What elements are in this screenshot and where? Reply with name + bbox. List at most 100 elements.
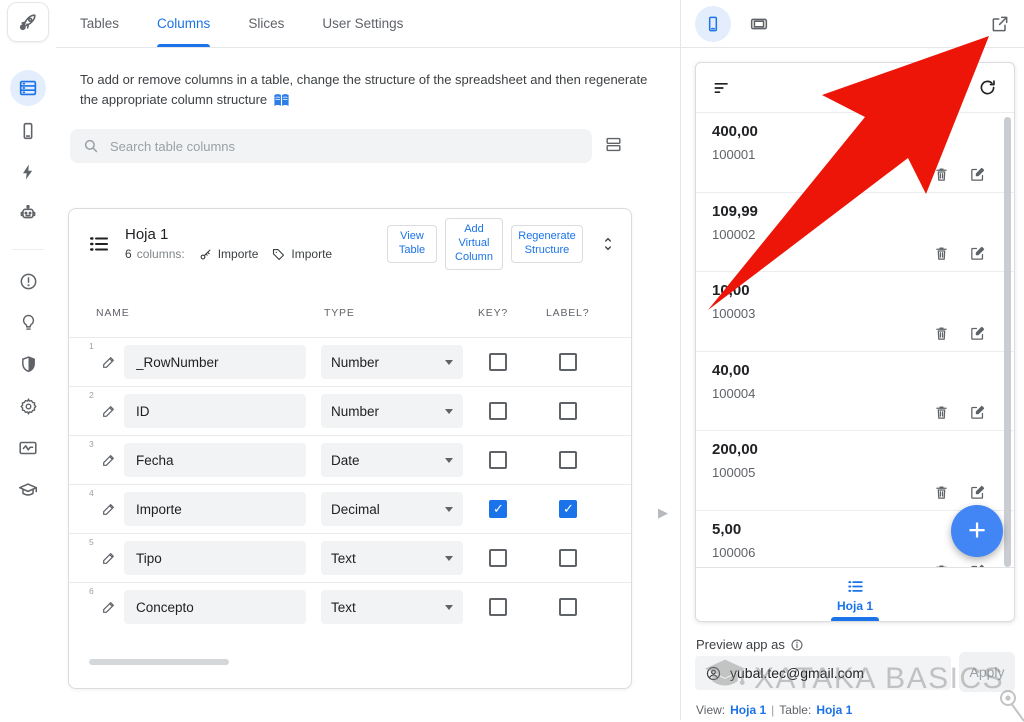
sidebar-item-automation[interactable]: [10, 154, 46, 190]
row-number: 5: [89, 537, 94, 547]
edit-icon[interactable]: [969, 245, 986, 262]
edit-pencil-icon[interactable]: [101, 452, 117, 468]
tablet-preview-button[interactable]: [741, 6, 777, 42]
label-checkbox[interactable]: [559, 598, 577, 616]
card-action-button[interactable]: Regenerate Structure: [511, 225, 583, 263]
add-record-fab[interactable]: +: [951, 505, 1003, 557]
sidebar-item-settings[interactable]: [10, 388, 46, 424]
tab[interactable]: Columns: [157, 0, 211, 47]
view-link[interactable]: Hoja 1: [730, 703, 766, 717]
mobile-preview-button[interactable]: [695, 5, 731, 42]
edit-icon[interactable]: [969, 404, 986, 421]
type-select[interactable]: Number: [321, 345, 463, 379]
tab-bar: Tables Columns Slices User Settings: [56, 0, 680, 48]
sidebar-item-learn[interactable]: [10, 472, 46, 508]
delete-icon[interactable]: [933, 245, 950, 262]
key-checkbox[interactable]: [489, 451, 507, 469]
edit-pencil-icon[interactable]: [101, 599, 117, 615]
view-table-footer: View: Hoja 1 | Table: Hoja 1: [696, 703, 853, 717]
delete-icon[interactable]: [933, 325, 950, 342]
record-amount: 400,00: [712, 123, 758, 140]
bottom-nav-hoja1[interactable]: Hoja 1: [696, 567, 1014, 621]
search-input[interactable]: [110, 138, 580, 154]
delete-icon[interactable]: [933, 404, 950, 421]
column-name-input[interactable]: [124, 541, 306, 575]
edit-icon[interactable]: [969, 166, 986, 183]
vertical-scrollbar[interactable]: [1004, 117, 1011, 567]
column-name-input[interactable]: [124, 443, 306, 477]
type-select[interactable]: Date: [321, 443, 463, 477]
key-checkbox[interactable]: [489, 598, 507, 616]
label-checkbox[interactable]: [559, 549, 577, 567]
type-value: Number: [331, 403, 380, 419]
edit-pencil-icon[interactable]: [101, 501, 117, 517]
refresh-icon[interactable]: [977, 77, 998, 98]
type-select[interactable]: Text: [321, 541, 463, 575]
edit-icon[interactable]: [969, 484, 986, 501]
table-row: 2 Number: [69, 386, 631, 435]
label-checkbox[interactable]: [559, 500, 577, 518]
sort-icon[interactable]: [712, 78, 732, 98]
record-item[interactable]: 109,99 100002: [696, 193, 1014, 272]
card-action-button[interactable]: View Table: [387, 225, 437, 263]
edit-pencil-icon[interactable]: [101, 550, 117, 566]
view-density-icon[interactable]: [604, 135, 623, 154]
sidebar-item-data[interactable]: [10, 70, 46, 106]
record-actions: [933, 484, 986, 501]
info-icon[interactable]: [790, 638, 804, 652]
rocket-logo-icon[interactable]: [7, 2, 49, 42]
key-checkbox[interactable]: [489, 500, 507, 518]
sidebar-item-monitor[interactable]: [10, 430, 46, 466]
panel-expander-icon[interactable]: ▶: [658, 505, 668, 521]
key-checkbox[interactable]: [489, 549, 507, 567]
delete-icon[interactable]: [933, 166, 950, 183]
column-name-input[interactable]: [124, 590, 306, 624]
sidebar-item-app[interactable]: [10, 113, 46, 149]
label-checkbox[interactable]: [559, 451, 577, 469]
type-select[interactable]: Number: [321, 394, 463, 428]
edit-pencil-icon[interactable]: [101, 354, 117, 370]
column-name-input[interactable]: [124, 492, 306, 526]
sidebar-item-tips[interactable]: [10, 304, 46, 340]
table-row: 6 Text: [69, 582, 631, 631]
apply-button[interactable]: Apply: [959, 652, 1015, 692]
columns-count: 6: [125, 247, 132, 262]
key-column-name: Importe: [217, 247, 259, 262]
card-action-button[interactable]: Add Virtual Column: [445, 218, 503, 270]
sidebar-item-security[interactable]: [10, 346, 46, 382]
record-amount: 200,00: [712, 441, 758, 458]
table-card-actions: View Table Add Virtual Column Regenerate S…: [387, 218, 583, 270]
column-name-input[interactable]: [124, 345, 306, 379]
horizontal-scrollbar[interactable]: [89, 659, 229, 665]
open-in-new-icon[interactable]: [990, 14, 1010, 34]
record-item[interactable]: 400,00 100001: [696, 113, 1014, 193]
preview-user-input[interactable]: [730, 665, 941, 681]
table-card-header: Hoja 1 6 columns: Importe Importe View T…: [69, 209, 631, 279]
type-select[interactable]: Decimal: [321, 492, 463, 526]
docs-book-icon[interactable]: [273, 93, 290, 108]
sidebar-divider: [12, 249, 44, 250]
tab[interactable]: Slices: [248, 0, 284, 47]
record-item[interactable]: 40,00 100004: [696, 352, 1014, 431]
table-title: Hoja 1: [125, 226, 169, 243]
edit-pencil-icon[interactable]: [101, 403, 117, 419]
type-select[interactable]: Text: [321, 590, 463, 624]
label-tag-icon: [271, 247, 286, 262]
collapse-icon[interactable]: [599, 235, 617, 253]
record-actions: [933, 166, 986, 183]
key-checkbox[interactable]: [489, 353, 507, 371]
sidebar-item-bot[interactable]: [10, 195, 46, 231]
sidebar-item-info[interactable]: [10, 263, 46, 299]
record-id: 100001: [712, 147, 756, 162]
tab[interactable]: User Settings: [322, 0, 403, 47]
label-checkbox[interactable]: [559, 402, 577, 420]
tab[interactable]: Tables: [80, 0, 119, 47]
table-link[interactable]: Hoja 1: [816, 703, 852, 717]
column-name-input[interactable]: [124, 394, 306, 428]
delete-icon[interactable]: [933, 484, 950, 501]
record-item[interactable]: 10,00 100003: [696, 272, 1014, 352]
key-checkbox[interactable]: [489, 402, 507, 420]
edit-icon[interactable]: [969, 325, 986, 342]
label-checkbox[interactable]: [559, 353, 577, 371]
record-item[interactable]: 200,00 100005: [696, 431, 1014, 511]
